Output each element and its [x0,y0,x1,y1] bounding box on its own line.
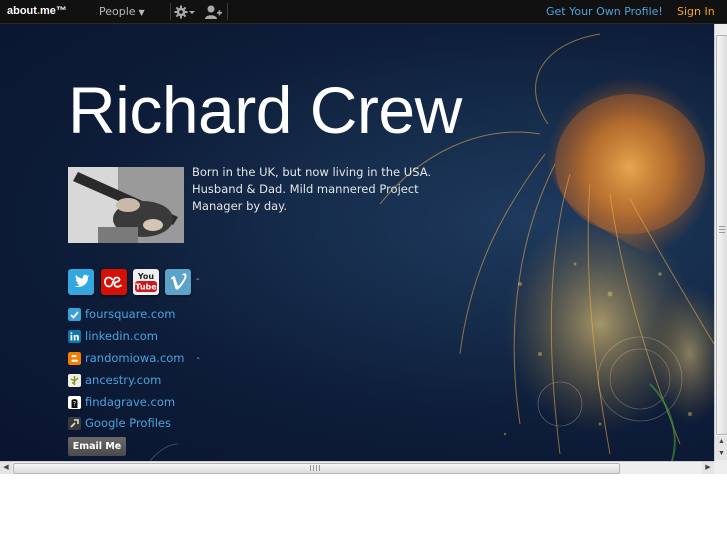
link-label: Google Profiles [85,416,171,430]
vertical-scrollbar[interactable]: ▲ ▼ [714,24,727,461]
vimeo-icon[interactable] [165,269,191,295]
youtube-icon-text-top: You [137,272,155,281]
top-navbar: about.me™ People ▼ Get Your Own Profile! … [0,0,727,24]
separator-dash: - [196,273,200,285]
profile-page: Richard Crew Born in the UK, but now liv… [0,24,714,461]
lastfm-icon[interactable] [101,269,127,295]
link-foursquare[interactable]: foursquare.com [68,306,176,322]
vertical-scroll-thumb[interactable] [716,35,727,435]
scroll-grip [310,465,320,471]
findagrave-icon: ? [68,395,81,409]
link-randomiowa[interactable]: randomiowa.com - [68,350,200,366]
horizontal-scroll-thumb[interactable] [13,463,620,474]
svg-text:?: ? [73,400,76,407]
link-label: ancestry.com [85,373,162,387]
scroll-up-button[interactable]: ▲ [715,436,727,448]
google-profiles-icon [68,416,81,430]
scroll-grip [719,226,725,234]
profile-bio: Born in the UK, but now living in the US… [192,165,432,213]
youtube-icon[interactable]: You Tube [133,269,159,295]
link-label: randomiowa.com [85,351,185,365]
link-label: linkedin.com [85,329,159,343]
youtube-icon-text-bottom: Tube [135,283,157,292]
blogger-icon [68,351,81,365]
ancestry-icon [68,373,81,387]
gear-icon[interactable] [174,4,196,20]
profile-photo [68,167,184,243]
link-google-profiles[interactable]: Google Profiles [68,415,171,431]
link-label: findagrave.com [85,395,176,409]
people-menu-label: People [99,5,136,18]
link-ancestry[interactable]: ancestry.com [68,372,161,388]
add-person-icon[interactable] [204,4,222,20]
twitter-icon[interactable] [68,269,94,295]
sign-in-link[interactable]: Sign In [677,5,715,18]
scroll-right-button[interactable]: ▶ [702,462,714,474]
get-own-profile-link[interactable]: Get Your Own Profile! [546,5,663,18]
link-label: foursquare.com [85,307,176,321]
linkedin-icon [68,329,81,343]
email-me-button[interactable]: Email Me [68,437,126,456]
link-linkedin[interactable]: linkedin.com [68,328,158,344]
people-menu[interactable]: People ▼ [99,5,145,18]
scroll-left-button[interactable]: ◀ [0,462,12,474]
horizontal-scrollbar[interactable]: ◀ ▶ [0,461,714,474]
scroll-down-button[interactable]: ▼ [715,448,727,460]
profile-name: Richard Crew [68,73,462,147]
link-findagrave[interactable]: ? findagrave.com [68,394,175,410]
scrollbar-corner [714,461,727,474]
foursquare-icon [68,307,81,321]
separator-dash: - [196,352,200,364]
about-me-logo[interactable]: about.me™ [7,5,67,17]
divider [170,3,171,20]
chevron-down-icon: ▼ [138,8,145,17]
divider [227,3,228,20]
